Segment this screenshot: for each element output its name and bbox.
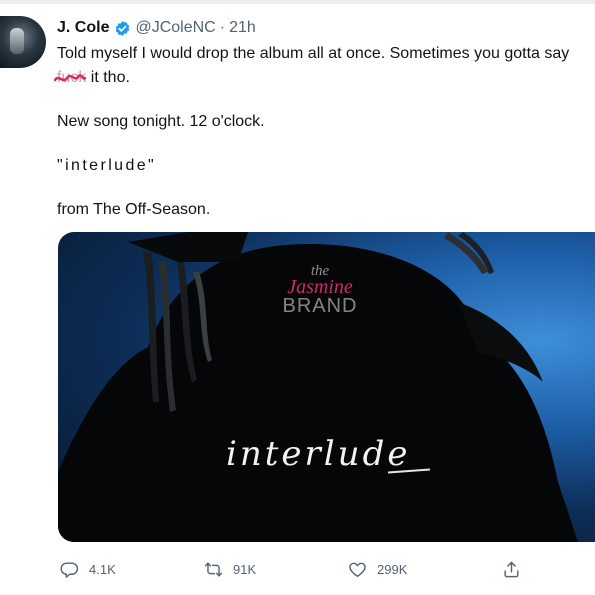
tweet-text-line: "interlude" bbox=[57, 157, 157, 174]
watermark-brand: BRAND bbox=[282, 295, 358, 317]
avatar[interactable] bbox=[0, 16, 46, 68]
tweet-card[interactable]: J. Cole @JColeNC · 21h Told myself I wou… bbox=[0, 0, 595, 595]
reply-icon bbox=[60, 561, 79, 578]
tweet-text-line: from The Off-Season. bbox=[57, 201, 211, 218]
tweet-text-line: New song tonight. 12 o'clock. bbox=[57, 113, 265, 130]
album-art-caption: interlude bbox=[226, 434, 411, 474]
retweet-icon bbox=[204, 561, 223, 577]
author-name[interactable]: J. Cole bbox=[57, 19, 109, 37]
tweet-actions: 4.1K 91K 299K bbox=[0, 556, 595, 582]
censored-word: fuck bbox=[54, 69, 86, 87]
reply-button[interactable]: 4.1K bbox=[60, 556, 116, 582]
tweet-text-line: fuck it tho. bbox=[54, 69, 130, 87]
watermark-jasmine: Jasmine bbox=[287, 276, 353, 298]
censor-scribble-icon bbox=[54, 74, 86, 82]
retweet-count: 91K bbox=[233, 561, 257, 577]
tweet-text-fragment: it tho. bbox=[86, 69, 130, 86]
reply-count: 4.1K bbox=[89, 561, 116, 577]
share-icon bbox=[504, 561, 519, 577]
tweet-text-line: Told myself I would drop the album all a… bbox=[57, 45, 570, 62]
tweet-media-image[interactable]: the Jasmine BRAND interlude bbox=[58, 232, 595, 542]
watermark-logo: the Jasmine BRAND bbox=[270, 264, 370, 317]
divider bbox=[0, 0, 595, 4]
tweet-header: J. Cole @JColeNC · 21h bbox=[57, 17, 256, 39]
author-handle[interactable]: @JColeNC bbox=[135, 19, 215, 37]
heart-icon bbox=[349, 562, 366, 577]
verified-badge-icon bbox=[114, 20, 131, 37]
timestamp[interactable]: 21h bbox=[229, 19, 256, 37]
retweet-button[interactable]: 91K bbox=[204, 556, 256, 582]
like-count: 299K bbox=[377, 561, 408, 577]
like-button[interactable]: 299K bbox=[348, 556, 407, 582]
share-button[interactable] bbox=[502, 556, 531, 582]
header-separator: · bbox=[219, 19, 226, 36]
